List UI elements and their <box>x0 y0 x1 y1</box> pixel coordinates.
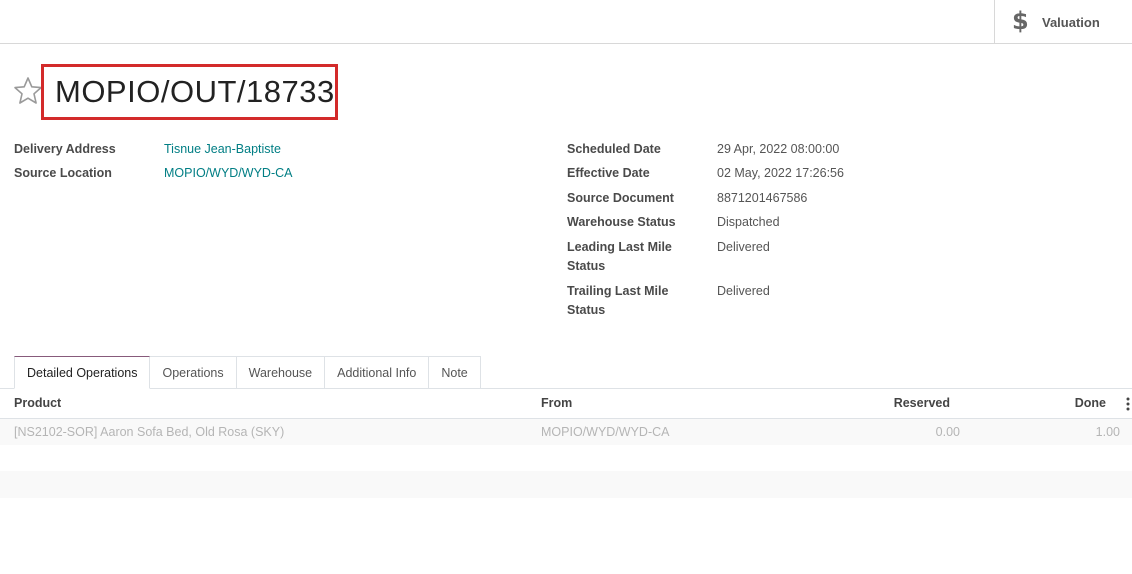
optional-columns-icon[interactable] <box>1126 397 1130 411</box>
scheduled-date-label: Scheduled Date <box>567 142 661 156</box>
effective-date-label: Effective Date <box>567 166 650 180</box>
source-location-link[interactable]: MOPIO/WYD/WYD-CA <box>164 164 292 183</box>
column-header-product[interactable]: Product <box>14 394 61 413</box>
trailing-status-value: Delivered <box>717 284 770 298</box>
cell-done: 1.00 <box>1095 425 1120 439</box>
warehouse-status-value: Dispatched <box>717 215 780 229</box>
tab-operations[interactable]: Operations <box>150 356 237 389</box>
valuation-button[interactable]: $ Valuation <box>994 0 1132 43</box>
star-icon[interactable] <box>12 75 44 107</box>
tab-note[interactable]: Note <box>429 356 481 389</box>
source-document-value: 8871201467586 <box>717 191 808 205</box>
trailing-status-label-line1: Trailing Last Mile <box>567 284 669 298</box>
column-header-done[interactable]: Done <box>1006 394 1106 413</box>
trailing-status-label-line2: Status <box>567 303 606 317</box>
cell-from: MOPIO/WYD/WYD-CA <box>541 425 670 439</box>
tab-detailed-operations[interactable]: Detailed Operations <box>14 356 151 389</box>
column-header-reserved[interactable]: Reserved <box>850 394 950 413</box>
empty-table-row <box>0 471 1132 498</box>
warehouse-status-label: Warehouse Status <box>567 215 676 229</box>
tab-warehouse[interactable]: Warehouse <box>236 356 326 389</box>
dollar-icon: $ <box>1012 7 1029 35</box>
leading-status-label-line2: Status <box>567 259 606 273</box>
delivery-address-link[interactable]: Tisnue Jean-Baptiste <box>164 140 281 159</box>
delivery-address-label: Delivery Address <box>14 142 116 156</box>
leading-status-label-line1: Leading Last Mile <box>567 240 672 254</box>
tab-additional-info[interactable]: Additional Info <box>325 356 430 389</box>
scheduled-date-value: 29 Apr, 2022 08:00:00 <box>717 142 840 156</box>
source-location-label: Source Location <box>14 166 112 180</box>
notebook-tabs: Detailed Operations Operations Warehouse… <box>14 356 481 389</box>
record-title: MOPIO/OUT/18733 <box>55 74 335 109</box>
leading-status-value: Delivered <box>717 240 770 254</box>
effective-date-value: 02 May, 2022 17:26:56 <box>717 166 844 180</box>
valuation-label: Valuation <box>1042 15 1100 30</box>
cell-product: [NS2102-SOR] Aaron Sofa Bed, Old Rosa (S… <box>14 425 285 439</box>
cell-reserved: 0.00 <box>935 425 960 439</box>
control-panel: $ Valuation <box>0 0 1132 44</box>
column-header-from[interactable]: From <box>541 394 572 413</box>
source-document-label: Source Document <box>567 191 674 205</box>
